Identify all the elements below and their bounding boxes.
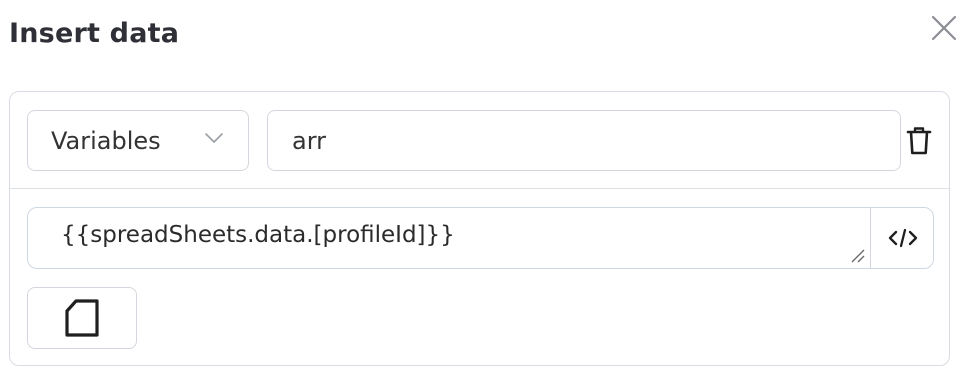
type-select[interactable]: Variables — [27, 110, 249, 171]
value-field: {{spreadSheets.data.[profileId]}} — [27, 207, 934, 269]
delete-button[interactable] — [903, 124, 935, 158]
value-textarea[interactable]: {{spreadSheets.data.[profileId]}} — [28, 208, 870, 268]
add-value-button[interactable] — [27, 287, 137, 349]
chevron-down-icon — [205, 133, 223, 143]
row-divider — [10, 188, 949, 189]
code-icon — [888, 228, 917, 248]
insert-data-dialog: Insert data Variables {{spreadSheets.dat… — [0, 0, 973, 390]
code-editor-button[interactable] — [870, 208, 933, 268]
data-row-panel: Variables {{spreadSheets.data.[profileId… — [9, 91, 950, 366]
document-icon — [65, 299, 99, 337]
resize-handle-icon[interactable] — [850, 248, 866, 264]
variable-name-input[interactable] — [267, 110, 901, 171]
type-select-value: Variables — [51, 126, 161, 155]
close-icon — [931, 15, 957, 41]
close-button[interactable] — [929, 13, 959, 43]
trash-icon — [906, 127, 932, 155]
dialog-title: Insert data — [9, 18, 180, 49]
